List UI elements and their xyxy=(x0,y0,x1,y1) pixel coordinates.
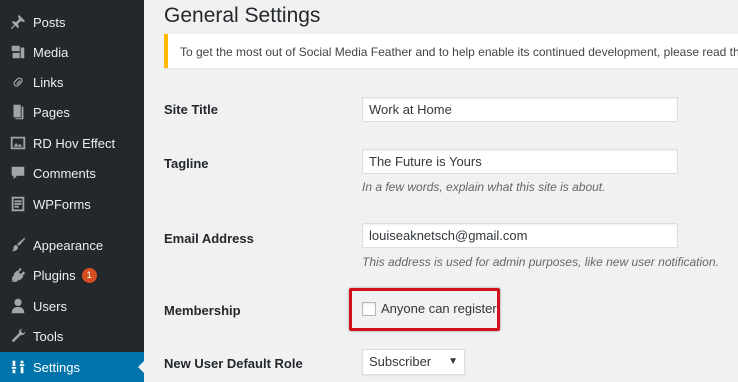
site-title-input[interactable]: Work at Home xyxy=(362,97,678,122)
sidebar-item-label: Appearance xyxy=(33,237,104,253)
default-role-label: New User Default Role xyxy=(164,356,303,371)
pushpin-icon xyxy=(8,12,28,32)
membership-checkbox[interactable] xyxy=(362,301,376,316)
sidebar-item-wpforms[interactable]: WPForms xyxy=(0,189,144,219)
comment-icon xyxy=(8,163,28,183)
sidebar-item-comments[interactable]: Comments xyxy=(0,158,144,188)
pages-icon xyxy=(8,102,28,122)
email-description: This address is used for admin purposes,… xyxy=(362,255,719,269)
sidebar-item-label: WPForms xyxy=(33,196,91,212)
sidebar-item-label: Users xyxy=(33,298,67,314)
update-count-badge: 1 xyxy=(81,267,97,283)
tools-icon xyxy=(8,326,28,346)
site-title-label: Site Title xyxy=(164,102,218,117)
sidebar-item-posts[interactable]: Posts xyxy=(0,7,144,37)
sidebar-item-label: Posts xyxy=(33,14,66,30)
sidebar-item-users[interactable]: Users xyxy=(0,291,144,321)
forms-icon xyxy=(8,194,28,214)
sidebar-item-label: Tools xyxy=(33,328,64,344)
tagline-label: Tagline xyxy=(164,156,209,171)
plugin-icon xyxy=(8,265,28,285)
sidebar-item-tools[interactable]: Tools xyxy=(0,321,144,351)
membership-checkbox-label: Anyone can register xyxy=(381,301,497,316)
membership-checkbox-control[interactable]: Anyone can register xyxy=(362,301,497,316)
sidebar-item-links[interactable]: Links xyxy=(0,67,144,97)
default-role-selected-value: Subscriber xyxy=(369,354,432,369)
sidebar-item-label: Links xyxy=(33,74,64,90)
sidebar-item-label: Media xyxy=(33,44,69,60)
image-icon xyxy=(8,133,28,153)
sidebar-item-label: RD Hov Effect xyxy=(33,135,116,151)
default-role-select[interactable]: Subscriber ▼ xyxy=(362,349,465,375)
email-input[interactable]: louiseaknetsch@gmail.com xyxy=(362,223,678,248)
sidebar-item-label: Plugins xyxy=(33,267,76,283)
users-icon xyxy=(8,296,28,316)
links-icon xyxy=(8,72,28,92)
membership-label: Membership xyxy=(164,303,241,318)
sidebar-item-media[interactable]: Media xyxy=(0,37,144,67)
media-icon xyxy=(8,42,28,62)
settings-icon xyxy=(8,357,28,377)
sidebar-item-label: Pages xyxy=(33,104,70,120)
admin-sidebar: Posts Media Links Pages RD Hov Effect Co… xyxy=(0,0,144,382)
sidebar-item-settings[interactable]: Settings xyxy=(0,352,144,382)
sidebar-item-appearance[interactable]: Appearance xyxy=(0,230,144,260)
sidebar-item-label: Settings xyxy=(33,359,80,375)
tagline-input[interactable]: The Future is Yours xyxy=(362,149,678,174)
sidebar-item-pages[interactable]: Pages xyxy=(0,97,144,127)
page-title: General Settings xyxy=(164,4,321,27)
sidebar-item-plugins[interactable]: Plugins 1 xyxy=(0,260,144,290)
notice-text: To get the most out of Social Media Feat… xyxy=(180,45,738,59)
email-label: Email Address xyxy=(164,231,254,246)
paintbrush-icon xyxy=(8,235,28,255)
sidebar-item-rd-hov-effect[interactable]: RD Hov Effect xyxy=(0,128,144,158)
sidebar-item-label: Comments xyxy=(33,165,96,181)
plugin-notice: To get the most out of Social Media Feat… xyxy=(164,34,738,68)
dropdown-arrow-icon: ▼ xyxy=(448,356,458,367)
tagline-description: In a few words, explain what this site i… xyxy=(362,180,606,194)
